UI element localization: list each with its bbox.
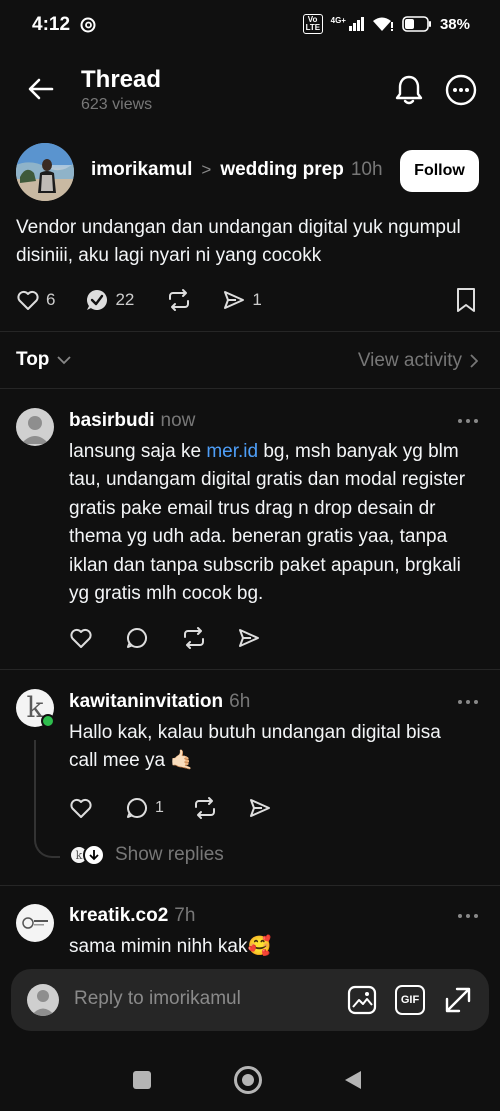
- send-icon: [224, 291, 245, 309]
- reply-more-icon[interactable]: [457, 698, 479, 706]
- reply-text: sama mimin nihh kak🥰: [69, 936, 272, 957]
- sort-label: Top: [16, 349, 50, 370]
- threads-notification-icon: [80, 17, 96, 33]
- comment-count: 1: [155, 799, 164, 816]
- share-count: 1: [252, 290, 262, 309]
- reply-text: Hallo kak, kalau butuh undangan digital …: [69, 722, 441, 772]
- divider: [0, 669, 500, 670]
- post-meta: imorikamul > wedding prep 10h: [91, 159, 383, 181]
- back-arrow-icon[interactable]: [26, 74, 56, 104]
- reply-link[interactable]: mer.id: [206, 441, 258, 462]
- signal-icon: 4G+: [331, 17, 364, 31]
- replied-check-icon: [87, 290, 108, 310]
- repost-icon: [169, 289, 190, 311]
- reply-header: kreatik.co2 7h: [69, 905, 195, 927]
- comment-icon[interactable]: [125, 626, 149, 650]
- home-button[interactable]: [234, 1066, 262, 1094]
- topic-tag[interactable]: wedding prep: [220, 159, 344, 181]
- back-triangle-icon[interactable]: [343, 1069, 363, 1091]
- like-action[interactable]: 6: [16, 288, 55, 312]
- divider: [0, 885, 500, 886]
- post-time: 10h: [350, 159, 383, 180]
- chevron-right-icon: [470, 354, 478, 368]
- battery-percent: 38%: [439, 15, 470, 33]
- repost-icon[interactable]: [181, 626, 207, 650]
- send-icon[interactable]: [248, 796, 272, 820]
- gif-icon[interactable]: GIF: [395, 985, 425, 1015]
- reply-time: 6h: [229, 691, 251, 712]
- expand-icon[interactable]: [443, 985, 473, 1015]
- reply-input[interactable]: Reply to imorikamul: [74, 988, 241, 1010]
- sort-dropdown[interactable]: Top: [16, 349, 72, 371]
- bookmark-icon[interactable]: [455, 287, 477, 313]
- divider: [0, 388, 500, 389]
- reply-header: basirbudi now: [69, 410, 195, 432]
- heart-icon: [17, 290, 39, 310]
- image-attach-icon[interactable]: [347, 985, 377, 1015]
- comment-action[interactable]: 1: [125, 796, 164, 820]
- comment-icon: [126, 797, 147, 818]
- wifi-icon: [372, 17, 393, 31]
- chevron-down-icon: [57, 356, 72, 365]
- reply-avatar[interactable]: [16, 904, 54, 942]
- send-icon[interactable]: [237, 626, 261, 650]
- reply-more-icon[interactable]: [457, 417, 479, 425]
- reply-actions: [69, 626, 261, 650]
- reply-username[interactable]: kreatik.co2: [69, 905, 168, 927]
- battery-icon: [402, 16, 431, 32]
- reply-time: now: [160, 410, 196, 431]
- status-time: 4:12: [32, 14, 71, 35]
- reply-count: 22: [115, 290, 135, 309]
- volte-icon: Vo LTE: [302, 14, 323, 34]
- thread-line: [34, 740, 60, 858]
- reply-username[interactable]: basirbudi: [69, 410, 155, 432]
- online-status-dot: [41, 714, 55, 728]
- reply-time: 7h: [174, 905, 196, 926]
- arrow-down-icon: [83, 844, 105, 866]
- view-activity-label: View activity: [357, 350, 462, 371]
- author-username[interactable]: imorikamul: [91, 159, 192, 181]
- show-replies-label: Show replies: [115, 844, 224, 865]
- view-activity-link[interactable]: View activity: [358, 350, 478, 372]
- reply-composer: Reply to imorikamul GIF: [11, 969, 489, 1031]
- reply-username[interactable]: kawitaninvitation: [69, 691, 223, 713]
- notification-bell-icon[interactable]: [393, 73, 425, 107]
- share-action[interactable]: 1: [222, 288, 262, 312]
- status-bar: 4:12 Vo LTE 4G+ 38%: [0, 0, 500, 52]
- view-count: 623 views: [81, 96, 153, 113]
- show-replies-button[interactable]: k Show replies: [69, 844, 224, 866]
- topic-separator-icon: >: [201, 160, 212, 179]
- heart-icon[interactable]: [69, 796, 93, 820]
- more-options-icon[interactable]: [444, 73, 478, 107]
- author-avatar[interactable]: [16, 143, 74, 201]
- reply-avatar[interactable]: [16, 408, 54, 446]
- reply-more-icon[interactable]: [457, 912, 479, 920]
- divider: [0, 331, 500, 332]
- reply-actions: 1: [69, 796, 272, 820]
- repost-icon[interactable]: [192, 796, 218, 820]
- recents-button[interactable]: [133, 1071, 151, 1089]
- reply-header: kawitaninvitation 6h: [69, 691, 250, 713]
- heart-icon[interactable]: [69, 626, 93, 650]
- status-indicators: Vo LTE 4G+ 38%: [302, 14, 470, 34]
- reply-text: lansung saja ke mer.id bg, msh banyak yg…: [69, 441, 466, 605]
- page-title: Thread: [81, 66, 162, 93]
- follow-button[interactable]: Follow: [400, 150, 479, 192]
- like-count: 6: [46, 290, 56, 309]
- my-avatar: [27, 984, 59, 1016]
- reply-action[interactable]: 22: [85, 288, 134, 312]
- post-text: Vendor undangan dan undangan digital yuk…: [16, 217, 461, 266]
- post-actions: 6 22 1: [16, 286, 262, 314]
- system-nav-bar: [0, 1045, 500, 1111]
- repost-action[interactable]: [166, 288, 192, 312]
